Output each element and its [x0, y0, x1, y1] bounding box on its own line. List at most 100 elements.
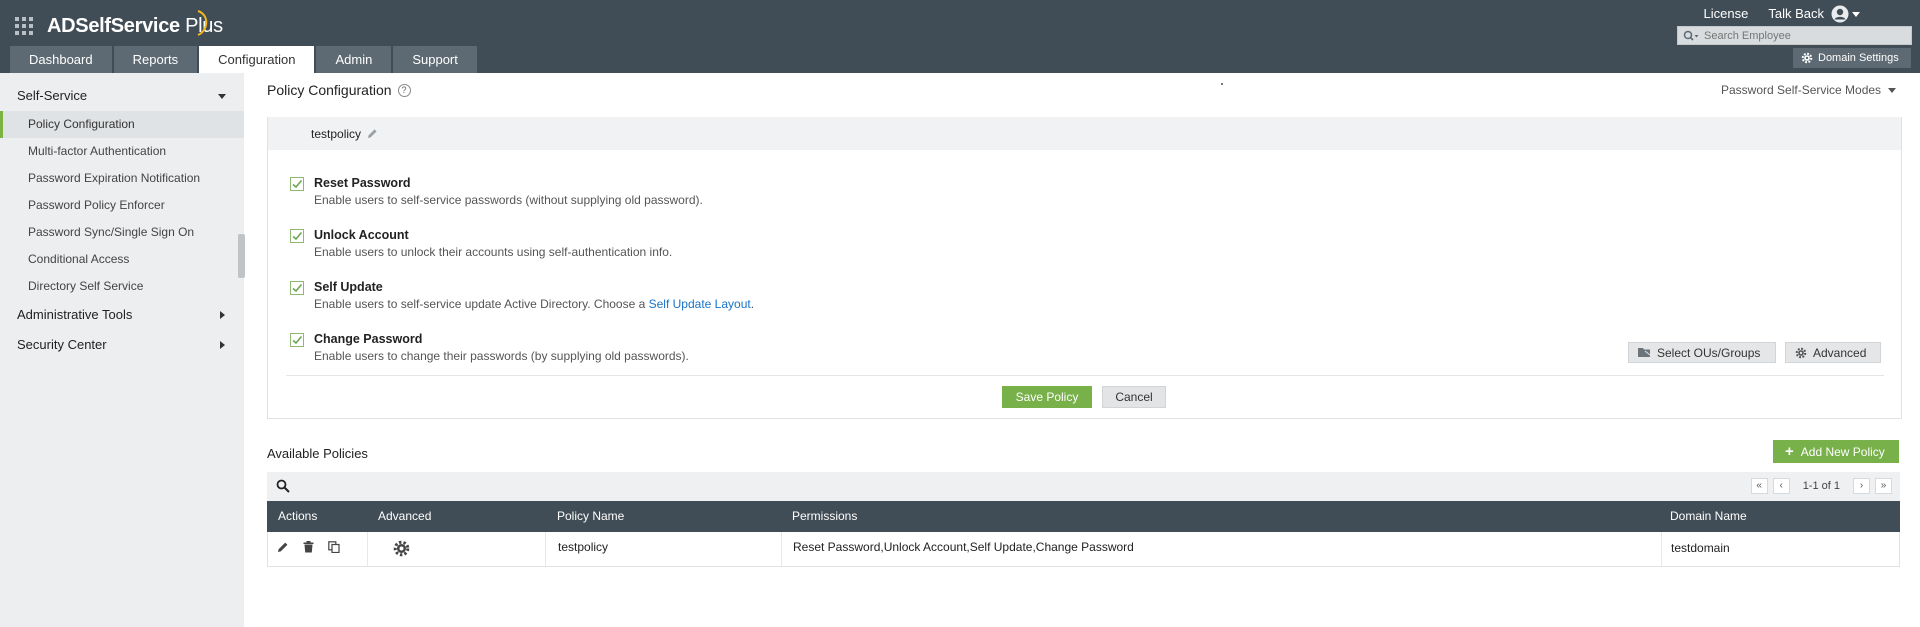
employee-search [1677, 26, 1912, 45]
policy-name-label: testpolicy [311, 126, 362, 141]
caret-down-icon [1888, 87, 1897, 93]
sidebar-section-security-center[interactable]: Security Center [0, 330, 244, 360]
save-policy-button[interactable]: Save Policy [1002, 386, 1092, 408]
password-self-service-modes-dropdown[interactable]: Password Self-Service Modes [1721, 83, 1897, 97]
sidebar-section-label: Self-Service [17, 88, 88, 103]
next-page-button[interactable]: › [1853, 478, 1870, 494]
search-icon[interactable] [1678, 27, 1704, 44]
option-title: Reset Password [314, 176, 411, 190]
top-links: License Talk Back [1704, 6, 1824, 21]
policy-header: testpolicy [268, 117, 1901, 150]
sidebar-collapse-handle[interactable] [238, 234, 245, 278]
sidebar-item-multi-factor-authentication[interactable]: Multi-factor Authentication [0, 138, 244, 165]
checkmark-icon [292, 335, 303, 345]
prev-page-button[interactable]: ‹ [1772, 478, 1790, 494]
option-title: Unlock Account [314, 228, 409, 242]
app-header: ADSelfService Plus License Talk Back Das… [0, 0, 1920, 73]
divider [286, 375, 1884, 376]
tab-dashboard[interactable]: Dashboard [10, 46, 112, 73]
reset-password-checkbox[interactable] [290, 177, 304, 191]
license-link[interactable]: License [1704, 6, 1749, 21]
edit-icon[interactable] [277, 541, 289, 553]
pager-text: 1-1 of 1 [1802, 480, 1840, 492]
employee-search-input[interactable] [1704, 29, 1904, 42]
pagination: « ‹ 1-1 of 1 › » [1750, 478, 1892, 494]
self-update-checkbox[interactable] [290, 281, 304, 295]
app-grid-icon[interactable] [14, 16, 34, 36]
column-header-policy-name[interactable]: Policy Name [557, 501, 624, 532]
policy-name-cell[interactable]: testpolicy [545, 532, 781, 566]
sidebar-item-password-policy-enforcer[interactable]: Password Policy Enforcer [0, 192, 244, 219]
option-title: Self Update [314, 280, 383, 294]
tab-reports[interactable]: Reports [113, 46, 198, 73]
change-password-checkbox[interactable] [290, 333, 304, 347]
option-description: Enable users to self-service update Acti… [314, 297, 754, 311]
sidebar-item-password-expiration-notification[interactable]: Password Expiration Notification [0, 165, 244, 192]
self-update-layout-link[interactable]: Self Update Layout [649, 297, 751, 311]
logo-swoosh-icon [197, 10, 208, 36]
table-header: Actions Advanced Policy Name Permissions… [267, 501, 1900, 532]
main-tabs: Dashboard Reports Configuration Admin Su… [10, 46, 477, 73]
column-header-permissions[interactable]: Permissions [792, 501, 857, 532]
delete-icon[interactable] [303, 541, 314, 553]
option-title: Change Password [314, 332, 423, 346]
checkmark-icon [292, 179, 303, 189]
available-policies-title: Available Policies [267, 446, 368, 461]
plus-icon: + [1785, 443, 1794, 460]
domain-name-cell: testdomain [1661, 532, 1899, 566]
option-description-end: . [750, 297, 755, 311]
pencil-icon[interactable] [367, 128, 378, 139]
sidebar-item-directory-self-service[interactable]: Directory Self Service [0, 273, 244, 300]
sidebar-section-administrative-tools[interactable]: Administrative Tools [0, 300, 244, 330]
settings-gear-icon[interactable] [393, 540, 410, 557]
caret-right-icon [220, 341, 225, 349]
gear-icon [1795, 347, 1807, 358]
modes-label: Password Self-Service Modes [1721, 83, 1882, 97]
search-icon[interactable] [276, 479, 290, 493]
domain-settings-button[interactable]: Domain Settings [1793, 48, 1911, 68]
option-description: Enable users to unlock their accounts us… [314, 245, 673, 259]
advanced-cell [367, 532, 545, 566]
column-header-actions: Actions [278, 509, 318, 523]
folder-icon [1638, 348, 1651, 357]
page-title: Policy Configuration ? [267, 82, 411, 98]
tab-support[interactable]: Support [393, 46, 477, 73]
table-toolbar: « ‹ 1-1 of 1 › » [267, 472, 1900, 501]
last-page-button[interactable]: » [1875, 478, 1892, 494]
caret-down-icon [218, 94, 226, 99]
sidebar: Self-Service Policy Configuration Multi-… [0, 73, 244, 627]
sidebar-item-policy-configuration[interactable]: Policy Configuration [0, 111, 244, 138]
sidebar-item-conditional-access[interactable]: Conditional Access [0, 246, 244, 273]
option-description-text: Enable users to self-service update Acti… [314, 297, 646, 311]
advanced-button[interactable]: Advanced [1785, 342, 1881, 363]
sidebar-section-label: Administrative Tools [17, 307, 133, 322]
domain-settings-label: Domain Settings [1818, 52, 1899, 64]
copy-icon[interactable] [328, 541, 340, 553]
select-ous-groups-button[interactable]: Select OUs/Groups [1628, 342, 1776, 363]
tab-admin[interactable]: Admin [316, 46, 392, 73]
advanced-label: Advanced [1813, 345, 1867, 360]
sidebar-section-self-service[interactable]: Self-Service [0, 81, 244, 111]
user-avatar-icon [1831, 5, 1849, 23]
add-new-policy-label: Add New Policy [1800, 444, 1885, 459]
add-new-policy-button[interactable]: + Add New Policy [1773, 440, 1899, 463]
talk-back-link[interactable]: Talk Back [1768, 6, 1824, 21]
select-ous-label: Select OUs/Groups [1657, 345, 1761, 360]
first-page-button[interactable]: « [1750, 478, 1768, 494]
gear-icon [1801, 52, 1813, 64]
user-menu[interactable] [1831, 5, 1860, 23]
cancel-button[interactable]: Cancel [1102, 386, 1166, 408]
stray-dot [1221, 83, 1223, 85]
row-actions [277, 541, 340, 553]
column-header-domain-name[interactable]: Domain Name [1670, 501, 1747, 532]
chevron-down-icon [1852, 11, 1860, 17]
column-header-advanced: Advanced [378, 509, 432, 523]
unlock-account-checkbox[interactable] [290, 229, 304, 243]
checkmark-icon [292, 231, 303, 241]
help-icon[interactable]: ? [397, 83, 411, 97]
table-row: testpolicy Reset Password,Unlock Account… [267, 532, 1900, 567]
sidebar-item-password-sync[interactable]: Password Sync/Single Sign On [0, 219, 244, 246]
tab-configuration[interactable]: Configuration [199, 46, 315, 73]
permissions-cell: Reset Password,Unlock Account,Self Updat… [781, 532, 1661, 566]
policy-panel: testpolicy Reset Password Enable users t… [267, 117, 1902, 419]
